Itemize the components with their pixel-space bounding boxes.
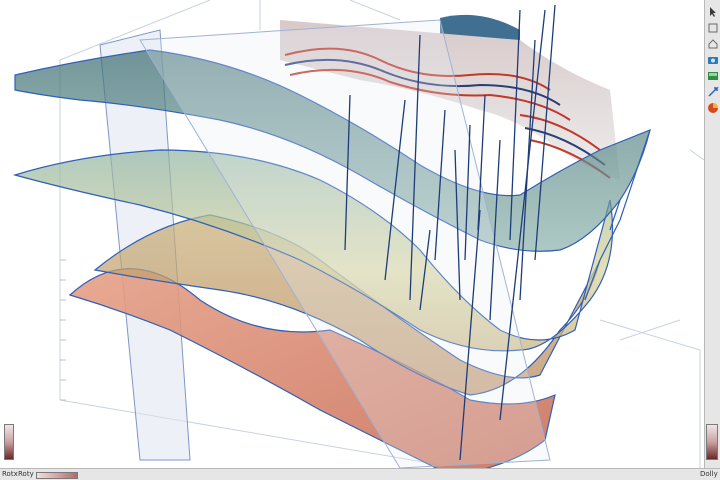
dolly-label: Dolly — [700, 470, 718, 478]
view-icon[interactable] — [707, 19, 719, 33]
viewer-statusbar: Rotx Roty Dolly — [0, 468, 720, 480]
pointer-icon[interactable] — [707, 3, 719, 17]
home-icon[interactable] — [707, 35, 719, 49]
camera-icon[interactable] — [707, 51, 719, 64]
3d-scene-viewport[interactable] — [0, 0, 704, 468]
viewer-toolbar — [704, 0, 720, 468]
rotx-thumbwheel[interactable] — [4, 424, 14, 460]
rotx-label: Rotx — [2, 470, 18, 478]
viewer-window: Rotx Roty Dolly — [0, 0, 720, 480]
surface-icon[interactable] — [707, 67, 719, 80]
depth-axis-ticks — [60, 259, 66, 401]
color-icon[interactable] — [707, 99, 719, 113]
roty-label: Roty — [18, 470, 34, 478]
seek-icon[interactable] — [707, 83, 719, 97]
dolly-thumbwheel[interactable] — [706, 424, 718, 460]
scene-canvas[interactable] — [0, 0, 704, 468]
roty-thumbwheel[interactable] — [36, 472, 78, 479]
